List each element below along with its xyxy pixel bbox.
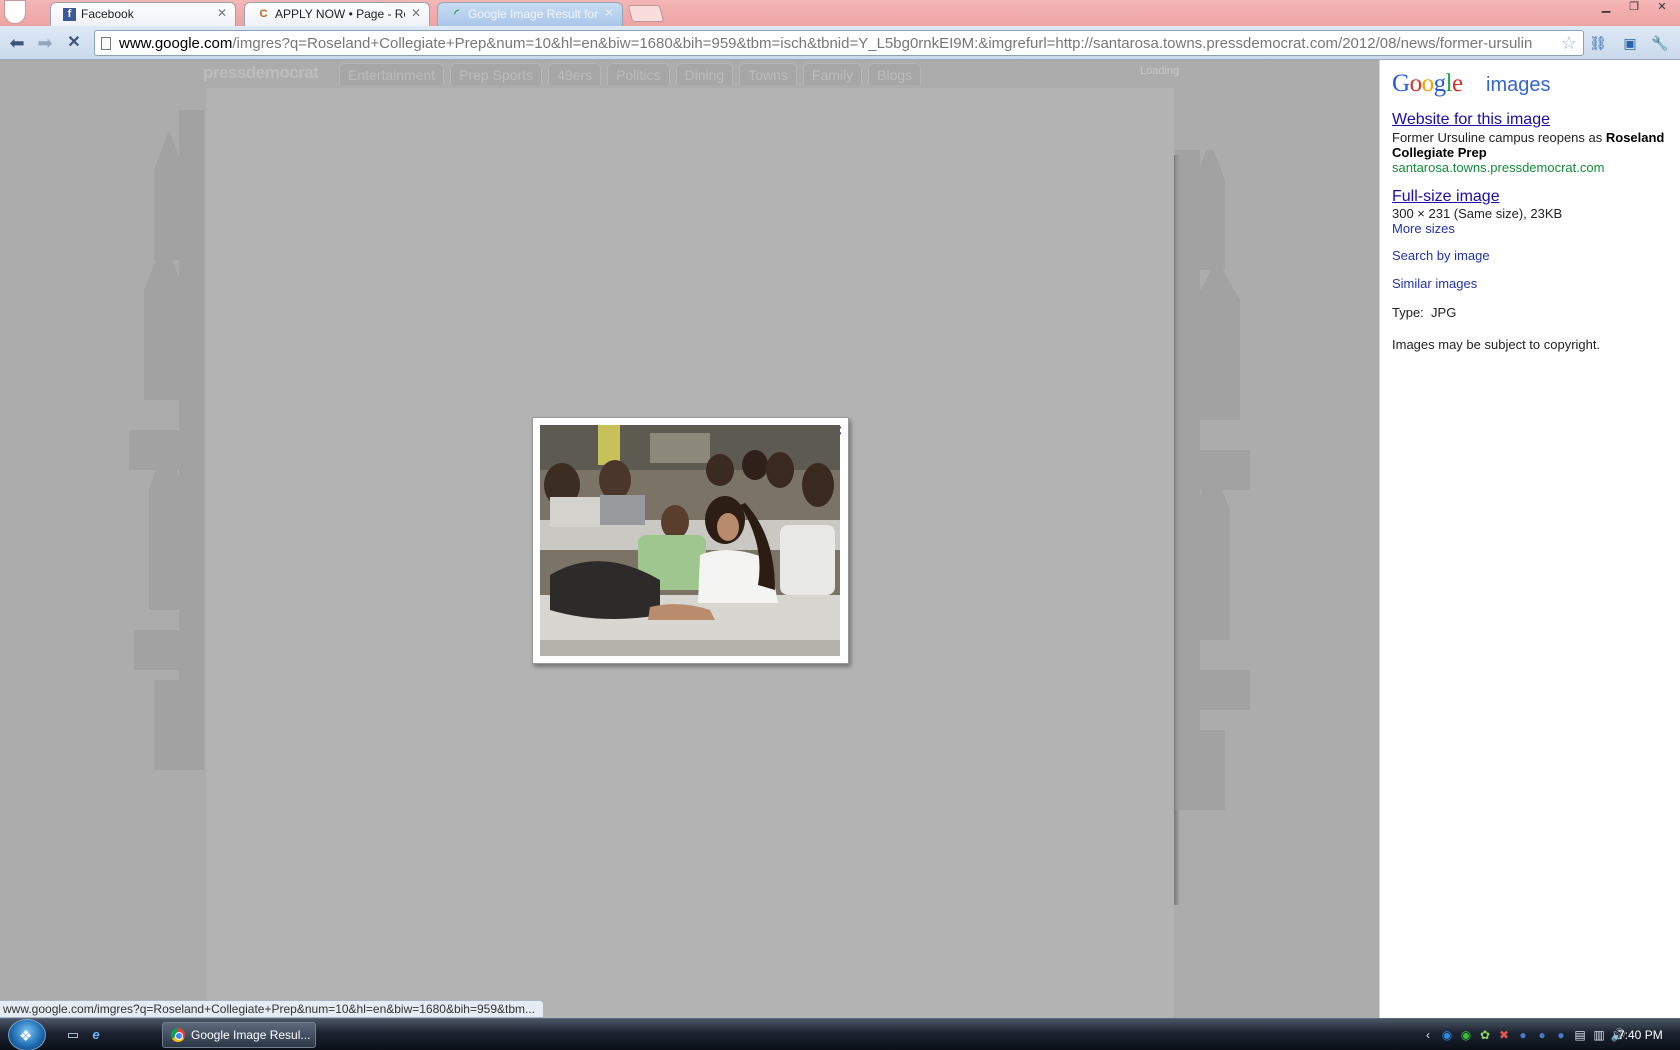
status-bubble: www.google.com/imgres?q=Roseland+Collegi… [0,1000,545,1018]
logo-letter: o [1409,70,1423,97]
tab-title: APPLY NOW • Page - Rose [275,7,405,21]
source-url: santarosa.towns.pressdemocrat.com [1392,160,1605,175]
nav-tab-politics[interactable]: Politics [607,63,670,85]
internet-explorer-icon[interactable]: e [88,1027,104,1043]
tray-app-icon[interactable]: ● [1553,1027,1569,1043]
tab-title: Google Image Result for ht [468,7,598,21]
tray-app-icon[interactable]: ● [1515,1027,1531,1043]
images-label: images [1486,74,1551,96]
page-favicon-icon: C [259,8,268,20]
site-logo[interactable]: pressdemocrat [203,63,319,83]
extension-link-icon[interactable]: ⛓ [1588,33,1608,53]
tray-expand-icon[interactable]: ‹ [1420,1027,1436,1043]
logo-letter: o [1421,70,1435,97]
more-sizes-link[interactable]: More sizes [1392,221,1455,236]
image-info-panel: Google images Website for this image For… [1379,60,1680,1018]
tab-close-icon[interactable]: ✕ [604,6,614,20]
url-host: www.google.com [119,35,233,52]
nav-tab-blogs[interactable]: Blogs [868,63,922,85]
skyline-decoration-left [129,110,204,770]
website-frame: pressdemocrat Entertainment Prep Sports … [0,60,1379,1018]
tray-app-icon[interactable]: ◉ [1439,1027,1455,1043]
browser-toolbar: ⬅ ➡ ✕ www.google.com/imgres?q=Roseland+C… [0,26,1680,60]
logo-letter: e [1452,70,1463,97]
wrench-menu-icon[interactable]: 🔧 [1650,33,1670,53]
nav-tab-49ers[interactable]: 49ers [548,63,602,85]
window-controls: ▁ ❐ ✕ [1594,0,1674,18]
tray-app-icon[interactable]: ● [1534,1027,1550,1043]
similar-images-link[interactable]: Similar images [1392,276,1477,291]
image-preview-popup: × [532,417,849,664]
image-type-info: Type: JPG [1392,305,1457,320]
tab-strip: f Facebook ✕ C APPLY NOW • Page - Rose ✕… [0,0,1680,26]
show-desktop-icon[interactable]: ▭ [65,1027,81,1043]
preview-photo[interactable] [540,425,840,656]
taskbar-window-label: Google Image Resul... [191,1028,311,1042]
logo-letter: g [1433,70,1447,97]
image-size-info: 300 × 231 (Same size), 23KB [1392,206,1563,221]
minimize-icon[interactable]: ▁ [1594,0,1618,16]
tray-app-icon[interactable]: ▤ [1572,1027,1588,1043]
stop-loading-icon[interactable]: ✕ [63,33,85,53]
url-path: /imgres?q=Roseland+Collegiate+Prep&num=1… [232,35,1533,52]
site-nav: Entertainment Prep Sports 49ers Politics… [339,63,922,85]
site-header: pressdemocrat Entertainment Prep Sports … [0,60,1379,88]
tab-apply-now[interactable]: C APPLY NOW • Page - Rose ✕ [244,2,430,26]
nav-tab-family[interactable]: Family [802,63,863,85]
start-button[interactable]: ❖ [8,1019,46,1050]
system-tray: ‹ ◉ ◉ ✿ ✖ ● ● ● ▤ ▥ 🔊 [1420,1019,1626,1050]
chrome-icon [171,1028,185,1042]
google-logo[interactable]: Google [1392,70,1463,98]
url-text[interactable]: www.google.com/imgres?q=Roseland+Collegi… [119,35,1549,52]
tab-title: Facebook [81,7,134,21]
image-title: Former Ursuline campus reopens as Rosela… [1392,130,1677,160]
profile-avatar-icon[interactable] [4,0,26,24]
bookmark-star-icon[interactable]: ☆ [1561,33,1577,54]
forward-arrow-icon[interactable]: ➡ [34,33,56,53]
close-window-icon[interactable]: ✕ [1650,0,1674,16]
search-by-image-link[interactable]: Search by image [1392,248,1490,263]
back-arrow-icon[interactable]: ⬅ [6,33,28,53]
tab-google-image-result[interactable]: ◜ Google Image Result for ht ✕ [437,2,623,26]
clock[interactable]: 7:40 PM [1618,1028,1663,1042]
skyline-decoration-right [1175,150,1250,810]
loading-indicator: Loading [1140,65,1180,77]
page-icon [101,37,111,50]
extension-translate-icon[interactable]: ▣ [1620,33,1640,53]
restore-icon[interactable]: ❐ [1622,0,1646,16]
image-title-text: Former Ursuline campus reopens as [1392,130,1606,145]
nav-tab-entertainment[interactable]: Entertainment [339,63,445,85]
tray-app-icon[interactable]: ◉ [1458,1027,1474,1043]
network-icon[interactable]: ▥ [1591,1027,1607,1043]
tab-close-icon[interactable]: ✕ [411,6,421,20]
nav-tab-towns[interactable]: Towns [739,63,797,85]
logo-letter: G [1392,70,1410,97]
page-area: pressdemocrat Entertainment Prep Sports … [0,60,1680,1018]
tab-facebook[interactable]: f Facebook ✕ [50,2,236,26]
tray-app-icon[interactable]: ✿ [1477,1027,1493,1043]
tab-close-icon[interactable]: ✕ [217,6,227,20]
nav-tab-dining[interactable]: Dining [675,63,734,85]
loading-spinner-icon: ◜ [454,8,459,20]
windows-taskbar: ❖ ▭ e Google Image Resul... ‹ ◉ ◉ ✿ ✖ ● … [0,1018,1680,1050]
new-tab-button[interactable] [627,5,665,22]
copyright-note: Images may be subject to copyright. [1392,337,1601,352]
nav-tab-prep-sports[interactable]: Prep Sports [450,63,543,85]
tray-app-icon[interactable]: ✖ [1496,1027,1512,1043]
full-size-image-link[interactable]: Full-size image [1392,188,1500,206]
website-for-image-link[interactable]: Website for this image [1392,111,1550,129]
address-bar[interactable]: www.google.com/imgres?q=Roseland+Collegi… [94,30,1584,56]
taskbar-chrome-window[interactable]: Google Image Resul... [162,1022,316,1048]
facebook-icon: f [63,8,76,21]
windows-logo-icon: ❖ [19,1028,33,1045]
